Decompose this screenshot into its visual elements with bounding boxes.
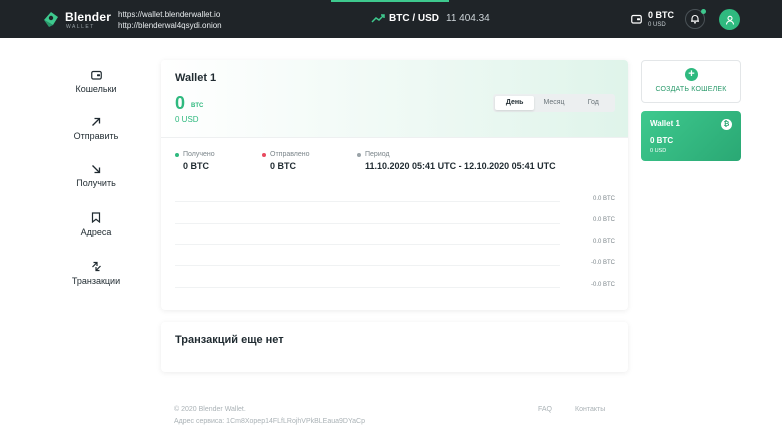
chart-gridline [175, 265, 560, 266]
chart-y-tick: 0.0 BTC [592, 196, 615, 202]
wallet-amount: 0 [175, 93, 186, 113]
period-dot [357, 152, 361, 157]
plus-icon: + [685, 68, 698, 81]
sidebar-item-label: Отправить [73, 131, 119, 141]
notifications-button[interactable] [685, 9, 706, 29]
rate-ticker: BTC / USD 11 404.34 [371, 13, 490, 24]
user-avatar-button[interactable] [719, 9, 740, 30]
chart-gridline [175, 287, 560, 288]
received-value: 0 BTC [183, 161, 210, 171]
sidebar-item-send[interactable]: Отправить [60, 117, 132, 141]
chart-y-tick: -0.0 BTC [590, 282, 615, 288]
received-stat: Получено 0 BTC [175, 151, 215, 171]
brand-subtitle: WALLET [66, 24, 95, 30]
rate-pair: BTC / USD [389, 13, 439, 24]
wallet-title: Wallet 1 [175, 72, 217, 84]
rate-price: 11 404.34 [446, 13, 490, 24]
period-switch: День Месяц Год [493, 94, 615, 112]
sent-value: 0 BTC [270, 161, 297, 171]
header-balance-usd: 0 USD [648, 22, 666, 28]
chart-gridline [175, 223, 560, 224]
chart-y-tick: -0.0 BTC [590, 260, 615, 266]
top-bar: Blender WALLET https://wallet.blenderwal… [0, 0, 782, 38]
sent-dot [262, 152, 266, 157]
wallet-card-header: Wallet 1 0 BTC 0 USD День Месяц Год [161, 60, 628, 138]
sidebar-item-wallets[interactable]: Кошельки [60, 70, 132, 94]
create-wallet-label: СОЗДАТЬ КОШЕЛЕК [655, 86, 727, 93]
received-dot [175, 152, 179, 157]
sidebar-item-label: Получить [76, 178, 116, 188]
active-accent-bar [331, 0, 449, 2]
bookmark-icon [91, 212, 101, 223]
user-icon [725, 15, 734, 25]
wallet-unit: BTC [191, 103, 204, 109]
blender-logo-icon[interactable] [41, 9, 61, 29]
period-label: Период [365, 151, 390, 158]
arrow-up-right-icon [92, 117, 101, 126]
sent-stat: Отправлено 0 BTC [262, 151, 310, 171]
chart-gridline [175, 201, 560, 202]
bitcoin-icon: ₿ [721, 119, 732, 130]
wallet-list-item-usd: 0 USD [650, 148, 667, 154]
sidebar-item-label: Адреса [80, 227, 112, 237]
period-year-button[interactable]: Год [574, 96, 613, 110]
arrow-down-right-icon [92, 165, 101, 174]
sidebar-item-transactions[interactable]: Транзакции [60, 261, 132, 286]
bell-icon [691, 15, 699, 24]
sent-label: Отправлено [270, 151, 310, 158]
header-balance-btc: 0 BTC [648, 10, 675, 20]
wallet-list-item-name: Wallet 1 [650, 119, 680, 128]
period-month-button[interactable]: Месяц [534, 96, 573, 110]
chart-y-tick: 0.0 BTC [592, 239, 615, 245]
trend-up-icon [371, 14, 385, 23]
wallet-card: Wallet 1 0 BTC 0 USD День Месяц Год Полу… [161, 60, 628, 310]
service-urls: https://wallet.blenderwallet.io http://b… [118, 9, 222, 31]
swap-arrows-icon [91, 261, 101, 272]
sidebar-item-addresses[interactable]: Адреса [60, 212, 132, 237]
notification-dot [701, 9, 706, 14]
transactions-empty-label: Транзакций еще нет [175, 334, 284, 346]
onion-url[interactable]: http://blenderwal4qsydi.onion [118, 20, 222, 31]
clearnet-url[interactable]: https://wallet.blenderwallet.io [118, 9, 222, 20]
wallet-icon [90, 70, 102, 80]
sidebar-item-label: Кошельки [75, 84, 117, 94]
period-stat: Период 11.10.2020 05:41 UTC - 12.10.2020… [357, 151, 556, 171]
header-balance[interactable]: 0 BTC 0 USD [631, 10, 674, 30]
footer-faq-link[interactable]: FAQ [538, 406, 552, 413]
received-label: Получено [183, 151, 215, 158]
transactions-card: Транзакций еще нет [161, 322, 628, 372]
period-day-button[interactable]: День [495, 96, 535, 110]
sidebar-item-receive[interactable]: Получить [60, 164, 132, 188]
period-value: 11.10.2020 05:41 UTC - 12.10.2020 05:41 … [365, 161, 556, 171]
footer-contacts-link[interactable]: Контакты [575, 406, 605, 413]
footer-copyright: © 2020 Blender Wallet. [174, 406, 246, 413]
footer-service-address: Адрес сервиса: 1Cm8Xopep14FLfLRojhVPkBLE… [174, 418, 365, 425]
wallet-usd: 0 USD [175, 115, 199, 124]
wallet-list-item[interactable]: Wallet 1 ₿ 0 BTC 0 USD [641, 111, 741, 161]
create-wallet-button[interactable]: + СОЗДАТЬ КОШЕЛЕК [641, 60, 741, 103]
sidebar-item-label: Транзакции [71, 276, 121, 286]
wallet-icon [631, 14, 642, 24]
wallet-list-item-btc: 0 BTC [650, 136, 674, 145]
chart-gridline [175, 244, 560, 245]
chart-y-tick: 0.0 BTC [592, 217, 615, 223]
brand-name[interactable]: Blender [65, 10, 111, 24]
